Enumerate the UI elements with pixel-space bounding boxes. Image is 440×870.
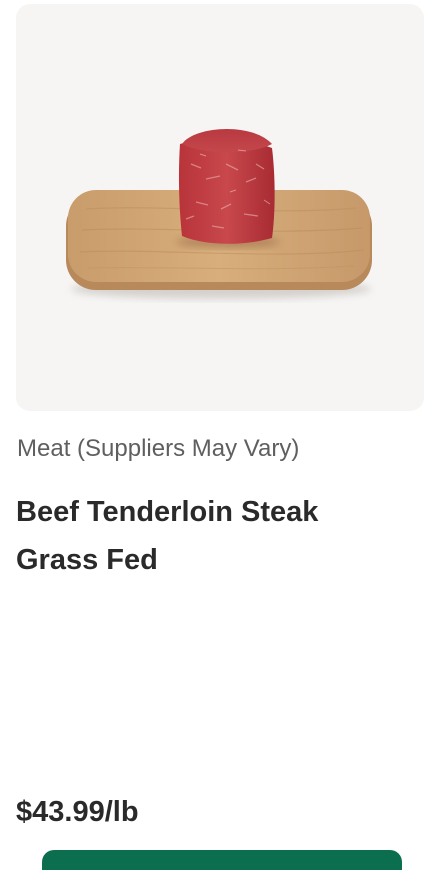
product-title[interactable]: Beef Tenderloin Steak Grass Fed — [16, 488, 416, 584]
product-price: $43.99/lb — [16, 796, 139, 828]
product-image[interactable] — [16, 4, 424, 411]
product-card[interactable]: Meat (Suppliers May Vary) Beef Tenderloi… — [0, 0, 440, 870]
add-to-cart-button[interactable] — [42, 850, 402, 870]
product-category: Meat (Suppliers May Vary) — [17, 435, 300, 462]
product-title-line-1: Beef Tenderloin Steak — [16, 496, 319, 528]
product-title-line-2: Grass Fed — [16, 544, 158, 576]
